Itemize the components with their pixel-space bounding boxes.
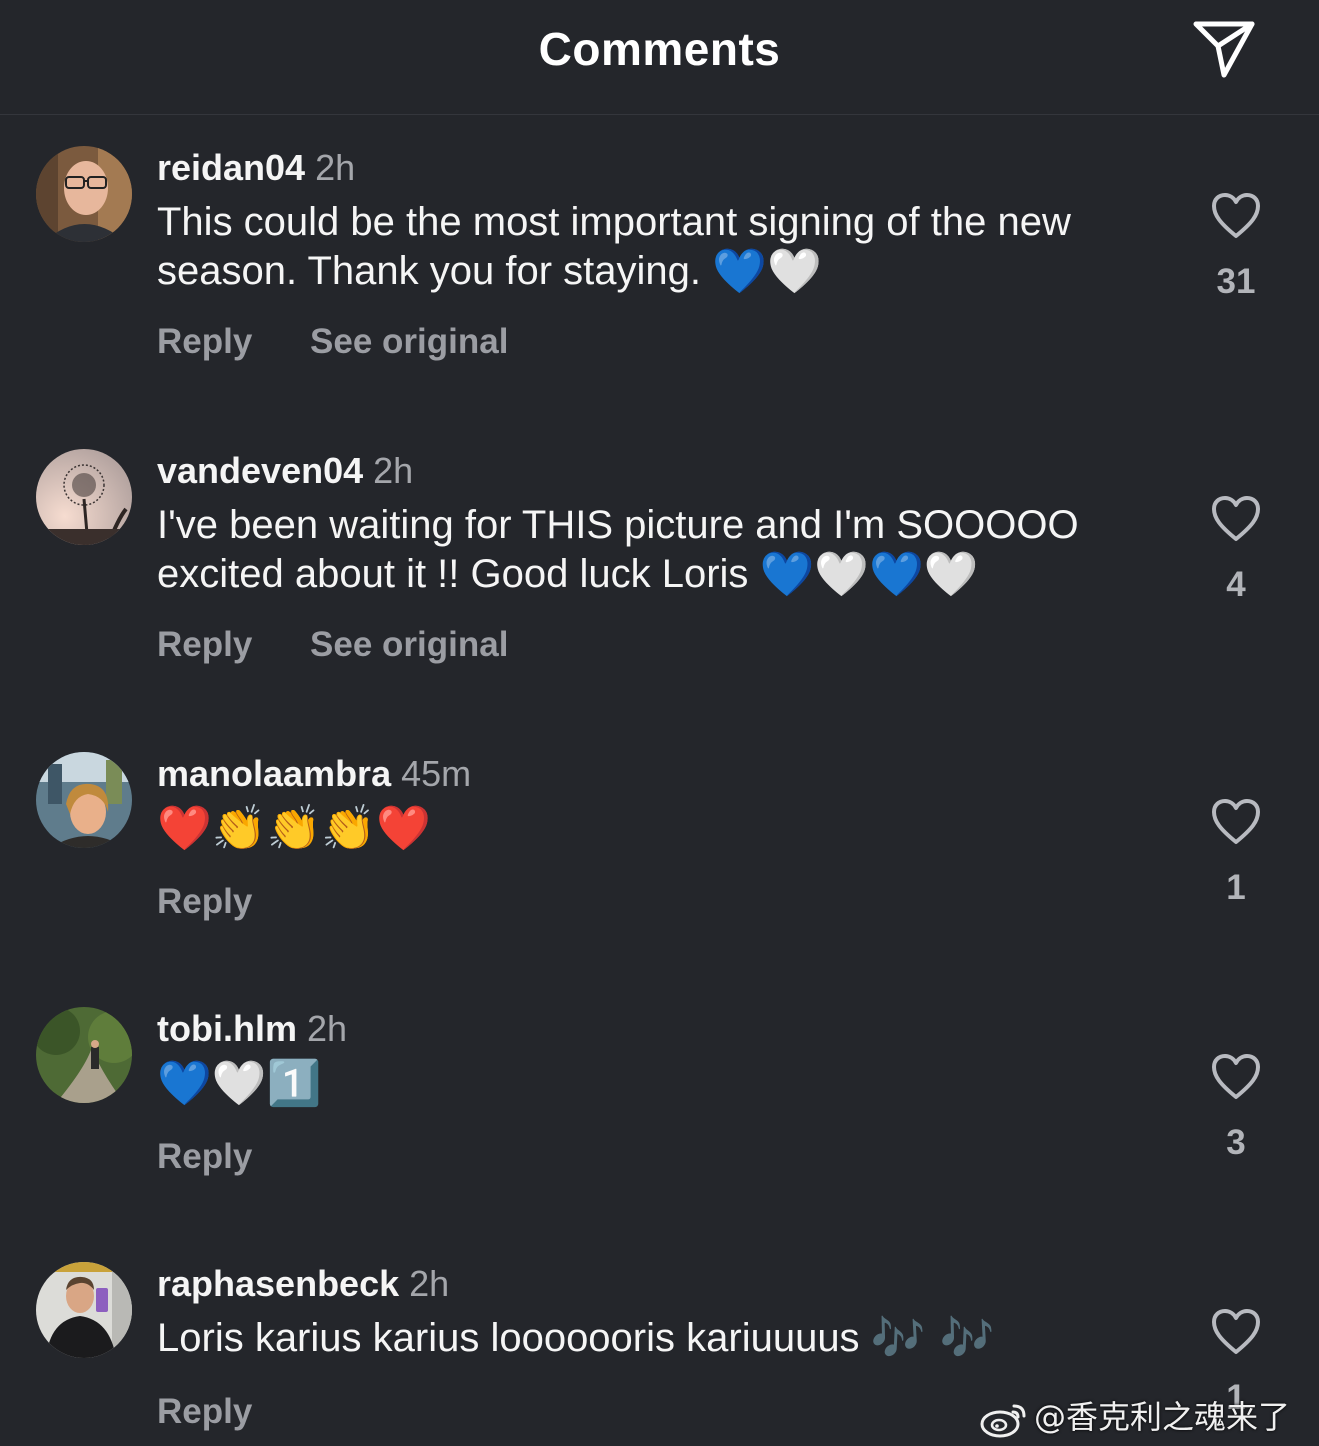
comment-emojis: 💙🤍 xyxy=(712,246,822,297)
heart-icon[interactable] xyxy=(1210,1308,1262,1356)
like-control: 4 xyxy=(1196,495,1276,605)
username[interactable]: manolaambra xyxy=(157,753,391,794)
comment-text: ❤️👏👏👏❤️ xyxy=(157,804,1167,853)
avatar[interactable] xyxy=(36,146,132,242)
avatar[interactable] xyxy=(36,1262,132,1358)
comment-emojis: 💙🤍💙🤍 xyxy=(759,549,979,600)
share-button[interactable] xyxy=(1186,16,1262,82)
username[interactable]: reidan04 xyxy=(157,147,305,188)
comment-time: 2h xyxy=(315,147,356,188)
see-original-button[interactable]: See original xyxy=(310,625,508,664)
avatar[interactable] xyxy=(36,449,132,545)
heart-icon[interactable] xyxy=(1210,798,1262,846)
comment-emojis: ❤️👏👏👏❤️ xyxy=(157,803,431,854)
comment-body: Loris karius karius looooooris kariuuuus xyxy=(157,1316,860,1360)
page-title: Comments xyxy=(538,23,781,75)
avatar[interactable] xyxy=(36,752,132,848)
comment-time: 2h xyxy=(409,1263,450,1304)
reply-button[interactable]: Reply xyxy=(157,322,252,361)
comment-text: I've been waiting for THIS picture and I… xyxy=(157,501,1167,599)
comment-text: Loris karius karius looooooris kariuuuus… xyxy=(157,1314,1167,1363)
heart-icon[interactable] xyxy=(1210,1053,1262,1101)
like-control: 31 xyxy=(1196,192,1276,302)
like-count: 1 xyxy=(1226,868,1246,907)
username[interactable]: tobi.hlm xyxy=(157,1008,297,1049)
like-count: 4 xyxy=(1226,565,1246,604)
reply-button[interactable]: Reply xyxy=(157,625,252,664)
like-count: 31 xyxy=(1216,262,1256,301)
reply-button[interactable]: Reply xyxy=(157,1137,252,1176)
reply-button[interactable]: Reply xyxy=(157,1392,252,1431)
comments-header: Comments xyxy=(0,0,1319,115)
weibo-logo xyxy=(980,1404,1026,1438)
comment-actions: Reply See original xyxy=(157,322,508,362)
comment-actions: Reply See original xyxy=(157,625,508,665)
watermark-text: @香克利之魂来了 xyxy=(1034,1398,1291,1436)
comment-actions: Reply xyxy=(157,882,252,922)
avatar[interactable] xyxy=(36,1007,132,1103)
comment-emojis: 🎶 🎶 xyxy=(870,1313,995,1364)
comment-actions: Reply xyxy=(157,1137,252,1177)
paper-plane-icon xyxy=(1193,21,1255,78)
comment-text: 💙🤍1️⃣ xyxy=(157,1059,1167,1108)
comment-actions: Reply xyxy=(157,1392,252,1432)
comment-emojis: 💙🤍1️⃣ xyxy=(157,1058,322,1109)
heart-icon[interactable] xyxy=(1210,495,1262,543)
like-control: 3 xyxy=(1196,1053,1276,1163)
comment-time: 2h xyxy=(373,450,414,491)
comment-time: 45m xyxy=(401,753,472,794)
username[interactable]: raphasenbeck xyxy=(157,1263,399,1304)
like-count: 3 xyxy=(1226,1123,1246,1162)
username[interactable]: vandeven04 xyxy=(157,450,363,491)
see-original-button[interactable]: See original xyxy=(310,322,508,361)
comment-time: 2h xyxy=(306,1008,348,1049)
like-control: 1 xyxy=(1196,798,1276,908)
comment-body: This could be the most important signing… xyxy=(157,200,1071,293)
watermark: @香克利之魂来了 xyxy=(980,1392,1290,1438)
comment-text: This could be the most important signing… xyxy=(157,198,1167,296)
reply-button[interactable]: Reply xyxy=(157,882,252,921)
heart-icon[interactable] xyxy=(1210,192,1262,240)
